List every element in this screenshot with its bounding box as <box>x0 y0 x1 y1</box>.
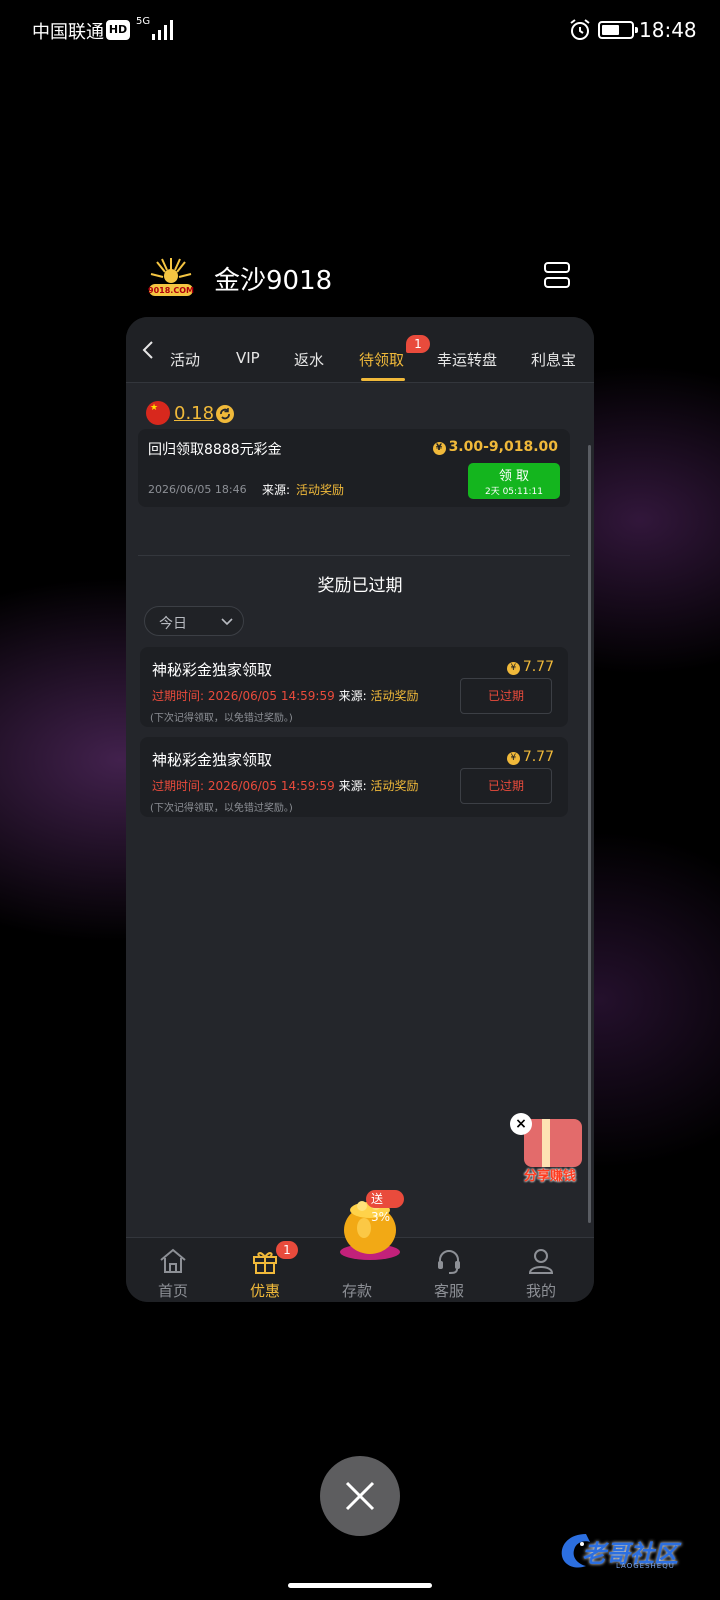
expired-time: 过期时间: 2026/06/05 14:59:59 来源: 活动奖励 <box>152 777 418 794</box>
date-filter-value: 今日 <box>159 616 187 632</box>
network-type: 5G <box>136 16 151 27</box>
tab-active-indicator <box>361 378 405 381</box>
tab-lucky-wheel[interactable]: 幸运转盘 <box>437 349 497 370</box>
expired-time-value: 2026/06/05 14:59:59 <box>207 779 335 793</box>
expired-source-label: 来源: <box>338 779 367 793</box>
close-icon <box>345 1481 375 1511</box>
alarm-icon <box>570 19 590 40</box>
back-icon[interactable] <box>140 339 156 361</box>
nav-support-label: 客服 <box>433 1282 464 1300</box>
nav-profile-label: 我的 <box>525 1282 556 1300</box>
hd-badge: HD <box>106 20 130 40</box>
expired-time-label: 过期时间: <box>152 689 205 703</box>
claim-countdown: 2天 05:11:11 <box>484 487 543 497</box>
china-flag-icon: ★ <box>146 401 170 425</box>
close-icon[interactable]: × <box>510 1113 532 1135</box>
expired-reward-amount: ¥7.77 <box>506 659 554 675</box>
nav-home-label: 首页 <box>157 1282 188 1300</box>
user-icon <box>528 1249 554 1274</box>
expired-amount-value: 7.77 <box>522 659 554 675</box>
expired-time: 过期时间: 2026/06/05 14:59:59 来源: 活动奖励 <box>152 687 418 704</box>
headset-icon <box>438 1250 460 1274</box>
tab-rebate[interactable]: 返水 <box>294 349 324 370</box>
expired-reward-amount: ¥7.77 <box>506 749 554 765</box>
pending-reward-title: 回归领取8888元彩金 <box>148 442 282 458</box>
carrier-name: 中国联通 <box>32 22 104 43</box>
tab-activity[interactable]: 活动 <box>170 349 200 370</box>
app-title: 金沙9018 <box>214 266 333 296</box>
expired-note: (下次记得领取，以免错过奖励。) <box>150 713 293 724</box>
pending-reward-amount: ¥3.00-9,018.00 <box>432 439 558 455</box>
share-earn-widget[interactable]: × 分享赚钱 <box>510 1113 586 1189</box>
app-card[interactable]: 活动 VIP 返水 待领取 1 幸运转盘 利息宝 ★ 0.18 回归领取8888… <box>126 317 594 1302</box>
scrollbar[interactable] <box>588 445 591 1223</box>
nav-profile[interactable]: 我的 <box>494 1238 588 1302</box>
yuan-coin-icon: ¥ <box>506 752 520 765</box>
gift-box-icon <box>524 1119 582 1167</box>
expired-reward-item: 神秘彩金独家领取 ¥7.77 过期时间: 2026/06/05 14:59:59… <box>140 737 568 817</box>
expired-reward-title: 神秘彩金独家领取 <box>152 661 273 679</box>
tab-vip[interactable]: VIP <box>236 349 260 367</box>
pending-source-label: 来源: <box>262 483 291 497</box>
pending-source-value: 活动奖励 <box>296 483 345 497</box>
close-all-button[interactable] <box>320 1456 400 1536</box>
refresh-icon[interactable] <box>214 403 236 425</box>
yuan-coin-icon: ¥ <box>432 442 446 455</box>
tab-bar: 活动 VIP 返水 待领取 1 幸运转盘 利息宝 <box>126 317 594 383</box>
nav-promotions[interactable]: 1 优惠 <box>218 1238 312 1302</box>
nav-home[interactable]: 首页 <box>126 1238 220 1302</box>
bottom-nav: 首页 1 优惠 送3% 存款 客服 我的 <box>126 1190 594 1302</box>
section-divider <box>138 555 570 556</box>
yuan-coin-icon: ¥ <box>506 662 520 675</box>
app-logo[interactable]: 9018.COM <box>145 254 197 304</box>
expired-status-button[interactable]: 已过期 <box>460 768 552 804</box>
home-icon <box>160 1248 186 1273</box>
expired-reward-item: 神秘彩金独家领取 ¥7.77 过期时间: 2026/06/05 14:59:59… <box>140 647 568 727</box>
tab-pending-badge: 1 <box>406 335 430 353</box>
expired-section-title: 奖励已过期 <box>317 576 403 596</box>
expired-reward-title: 神秘彩金独家领取 <box>152 751 273 769</box>
expired-time-label: 过期时间: <box>152 779 205 793</box>
expired-source-label: 来源: <box>338 689 367 703</box>
pending-reward-date: 2026/06/05 18:46 <box>148 483 247 496</box>
app-logo-text: 9018.COM <box>148 286 194 295</box>
nav-promotions-badge: 1 <box>276 1241 298 1259</box>
nav-deposit-label: 存款 <box>341 1282 372 1300</box>
expired-time-value: 2026/06/05 14:59:59 <box>207 689 335 703</box>
expired-amount-value: 7.77 <box>522 749 554 765</box>
battery-icon <box>598 21 638 39</box>
nav-promotions-label: 优惠 <box>249 1282 280 1300</box>
split-screen-icon[interactable] <box>544 260 574 290</box>
nav-deposit[interactable]: 送3% 存款 <box>310 1190 404 1302</box>
pending-amount-range: 3.00-9,018.00 <box>448 439 558 455</box>
expired-note: (下次记得领取，以免错过奖励。) <box>150 803 293 814</box>
signal-icon <box>152 20 173 40</box>
expired-source-value: 活动奖励 <box>370 779 419 793</box>
nav-support[interactable]: 客服 <box>402 1238 496 1302</box>
status-bar: 中国联通 HD 5G 18:48 <box>0 0 720 60</box>
recent-app-header: 9018.COM 金沙9018 <box>140 250 580 310</box>
pending-reward-item: 回归领取8888元彩金 ¥3.00-9,018.00 2026/06/05 18… <box>138 429 570 507</box>
home-indicator[interactable] <box>288 1583 432 1588</box>
watermark-subtext: LAOGESHEQU <box>616 1562 675 1570</box>
balance-value[interactable]: 0.18 <box>174 403 214 424</box>
share-earn-label: 分享赚钱 <box>523 1169 576 1184</box>
tab-pending[interactable]: 待领取 <box>359 349 404 370</box>
claim-button-label: 领 取 <box>498 469 530 484</box>
gift-ribbon <box>542 1119 550 1167</box>
status-time: 18:48 <box>639 18 697 42</box>
tab-interest[interactable]: 利息宝 <box>531 349 576 370</box>
expired-status-button[interactable]: 已过期 <box>460 678 552 714</box>
date-filter-select[interactable]: 今日 <box>144 606 244 636</box>
expired-source-value: 活动奖励 <box>370 689 419 703</box>
claim-button[interactable]: 领 取 2天 05:11:11 <box>468 463 560 499</box>
watermark: 老哥社区 LAOGESHEQU <box>556 1530 706 1574</box>
chevron-down-icon <box>221 618 233 626</box>
deposit-bonus-badge: 送3% <box>366 1190 404 1224</box>
